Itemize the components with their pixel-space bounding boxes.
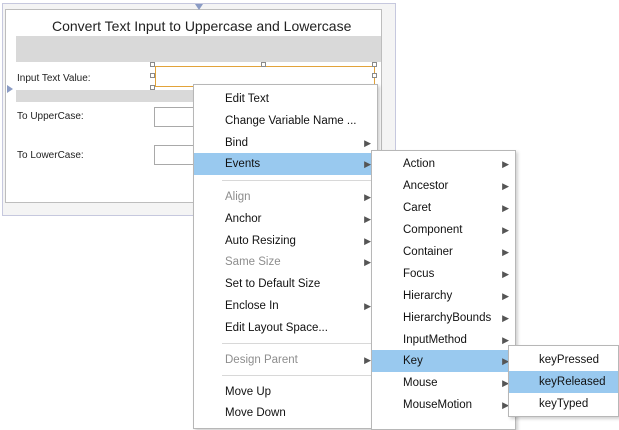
form-title-label: Convert Text Input to Uppercase and Lowe… (52, 18, 352, 34)
events-item-focus[interactable]: Focus ▶ (372, 263, 515, 285)
events-item-mousemotion[interactable]: MouseMotion ▶ (372, 394, 515, 416)
uppercase-label: To UpperCase: (17, 111, 84, 122)
menu-item-enclose-in[interactable]: Enclose In ▶ (194, 295, 377, 317)
menu-separator (222, 343, 375, 344)
events-submenu: Action ▶ Ancestor ▶ Caret ▶ Component ▶ … (371, 150, 516, 430)
menu-item-edit-text[interactable]: Edit Text (194, 88, 377, 110)
events-item-inputmethod[interactable]: InputMethod ▶ (372, 329, 515, 351)
events-item-action[interactable]: Action ▶ (372, 153, 515, 175)
events-item-hierarchybounds[interactable]: HierarchyBounds ▶ (372, 307, 515, 329)
header-band (16, 36, 381, 62)
menu-item-move-down[interactable]: Move Down (194, 402, 377, 424)
submenu-arrow-icon: ▶ (364, 138, 371, 148)
submenu-arrow-icon: ▶ (364, 192, 371, 202)
menu-item-edit-layout-space[interactable]: Edit Layout Space... (194, 317, 377, 339)
events-item-mouse[interactable]: Mouse ▶ (372, 372, 515, 394)
input-row-band (16, 90, 194, 102)
events-item-component[interactable]: Component ▶ (372, 219, 515, 241)
resize-handle-tm[interactable] (261, 62, 266, 67)
events-item-hierarchy[interactable]: Hierarchy ▶ (372, 285, 515, 307)
input-text-label: Input Text Value: (17, 73, 91, 84)
menu-item-bind[interactable]: Bind ▶ (194, 132, 377, 154)
submenu-arrow-icon: ▶ (502, 247, 509, 257)
menu-item-anchor[interactable]: Anchor ▶ (194, 208, 377, 230)
lowercase-label: To LowerCase: (17, 150, 84, 161)
submenu-arrow-icon: ▶ (502, 225, 509, 235)
menu-item-set-default-size[interactable]: Set to Default Size (194, 273, 377, 295)
events-item-caret[interactable]: Caret ▶ (372, 197, 515, 219)
resize-handle-tr[interactable] (372, 62, 377, 67)
submenu-arrow-icon: ▶ (502, 313, 509, 323)
menu-separator (222, 180, 375, 181)
key-item-keytyped[interactable]: keyTyped (509, 393, 618, 415)
events-item-container[interactable]: Container ▶ (372, 241, 515, 263)
submenu-arrow-icon: ▶ (502, 181, 509, 191)
submenu-arrow-icon: ▶ (502, 203, 509, 213)
menu-item-design-parent[interactable]: Design Parent ▶ (194, 349, 377, 371)
submenu-arrow-icon: ▶ (364, 257, 371, 267)
events-item-ancestor[interactable]: Ancestor ▶ (372, 175, 515, 197)
submenu-arrow-icon: ▶ (364, 159, 371, 169)
menu-item-events[interactable]: Events ▶ (194, 153, 377, 175)
submenu-arrow-icon: ▶ (364, 301, 371, 311)
submenu-arrow-icon: ▶ (502, 291, 509, 301)
resize-handle-mr[interactable] (372, 73, 377, 78)
submenu-arrow-icon: ▶ (502, 159, 509, 169)
menu-separator (222, 375, 375, 376)
key-item-keyreleased[interactable]: keyReleased (509, 371, 618, 393)
uppercase-field[interactable] (154, 107, 196, 127)
submenu-arrow-icon: ▶ (364, 236, 371, 246)
top-guide-marker-icon (195, 4, 203, 10)
left-guide-marker-icon (7, 85, 13, 93)
context-menu: Edit Text Change Variable Name ... Bind … (193, 84, 378, 429)
resize-handle-ml[interactable] (150, 73, 155, 78)
menu-item-align[interactable]: Align ▶ (194, 186, 377, 208)
menu-item-change-variable-name[interactable]: Change Variable Name ... (194, 110, 377, 132)
resize-handle-tl[interactable] (150, 62, 155, 67)
events-item-key[interactable]: Key ▶ (372, 350, 515, 372)
lowercase-field[interactable] (154, 145, 196, 165)
submenu-arrow-icon: ▶ (364, 355, 371, 365)
key-submenu: keyPressed keyReleased keyTyped (508, 345, 619, 417)
submenu-arrow-icon: ▶ (502, 269, 509, 279)
menu-item-same-size[interactable]: Same Size ▶ (194, 251, 377, 273)
key-item-keypressed[interactable]: keyPressed (509, 349, 618, 371)
resize-handle-bl[interactable] (150, 85, 155, 90)
menu-item-move-up[interactable]: Move Up (194, 381, 377, 403)
menu-item-auto-resizing[interactable]: Auto Resizing ▶ (194, 230, 377, 252)
submenu-arrow-icon: ▶ (364, 214, 371, 224)
